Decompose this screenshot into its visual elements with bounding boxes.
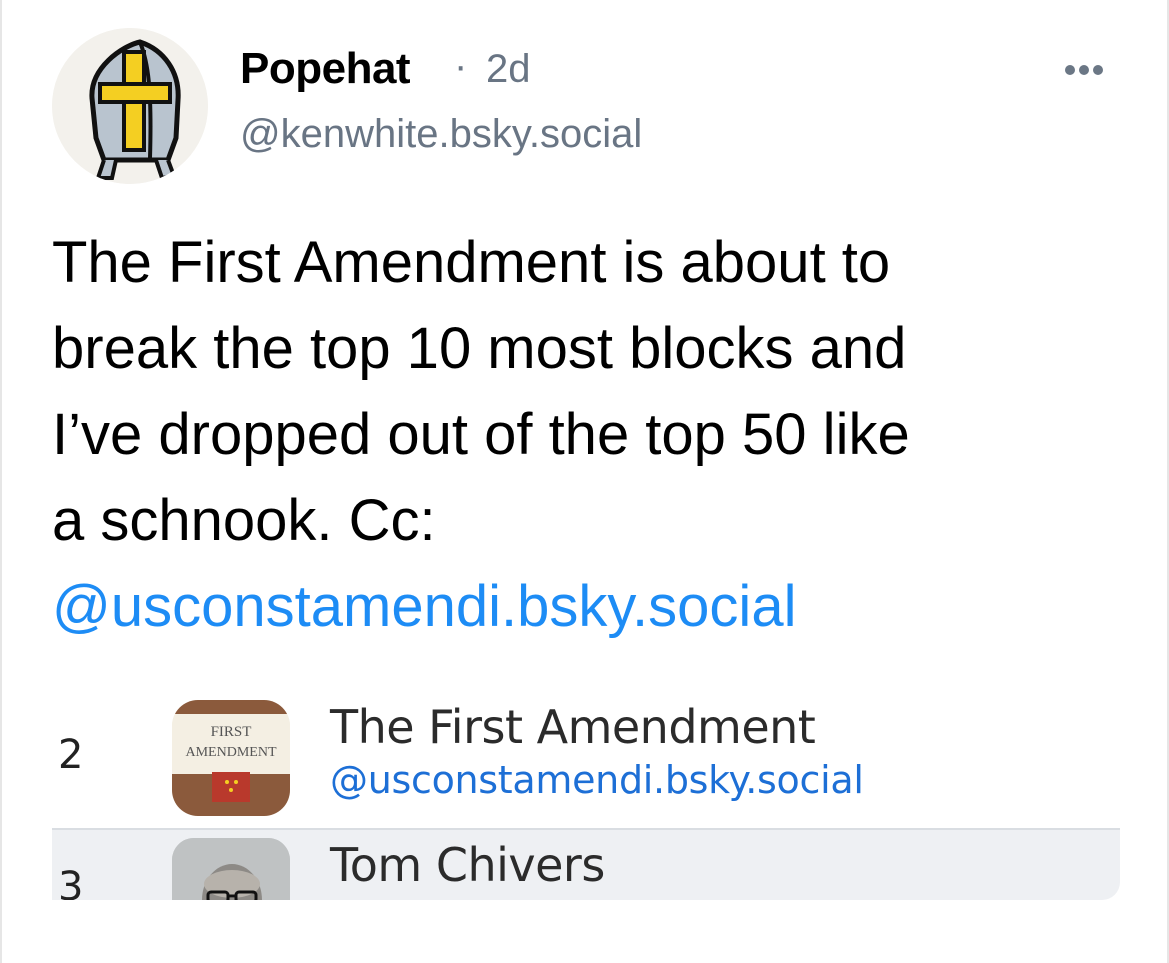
post: Popehat · 2d @kenwhite.bsky.social The F… bbox=[0, 0, 1169, 963]
account-handle: @usconstamendi.bsky.social bbox=[330, 758, 864, 802]
post-text-line: I’ve dropped out of the top 50 like bbox=[52, 402, 910, 467]
separator-dot: · bbox=[454, 44, 468, 88]
post-text-line: a schnook. Cc: bbox=[52, 488, 436, 553]
list-item: 3 Tom Chivers bbox=[52, 830, 1120, 900]
mention-link[interactable]: @usconstamendi.bsky.social bbox=[52, 564, 1112, 650]
account-name: Tom Chivers bbox=[330, 838, 605, 892]
mitre-icon bbox=[52, 28, 208, 184]
post-text-line: break the top 10 most blocks and bbox=[52, 316, 907, 381]
rank-number: 3 bbox=[58, 864, 84, 900]
logo-text-bottom: AMENDMENT bbox=[186, 745, 277, 760]
account-name: The First Amendment bbox=[330, 700, 816, 754]
post-text: The First Amendment is about to break th… bbox=[52, 220, 1112, 650]
logo-text-top: FIRST bbox=[211, 724, 252, 740]
author-avatar[interactable] bbox=[52, 28, 208, 184]
first-amendment-logo: FIRST AMENDMENT bbox=[172, 700, 290, 816]
more-options-icon[interactable] bbox=[1062, 56, 1106, 84]
rank-number: 2 bbox=[58, 732, 84, 778]
list-item: 2 FIRST AMENDMENT The First Amendment @u… bbox=[52, 690, 1120, 828]
author-name[interactable]: Popehat bbox=[240, 44, 411, 94]
embedded-image[interactable]: 2 FIRST AMENDMENT The First Amendment @u… bbox=[52, 690, 1120, 900]
author-handle[interactable]: @kenwhite.bsky.social bbox=[240, 112, 642, 157]
post-text-line: The First Amendment is about to bbox=[52, 230, 891, 295]
tom-chivers-avatar bbox=[172, 838, 290, 900]
post-age[interactable]: 2d bbox=[486, 47, 531, 92]
